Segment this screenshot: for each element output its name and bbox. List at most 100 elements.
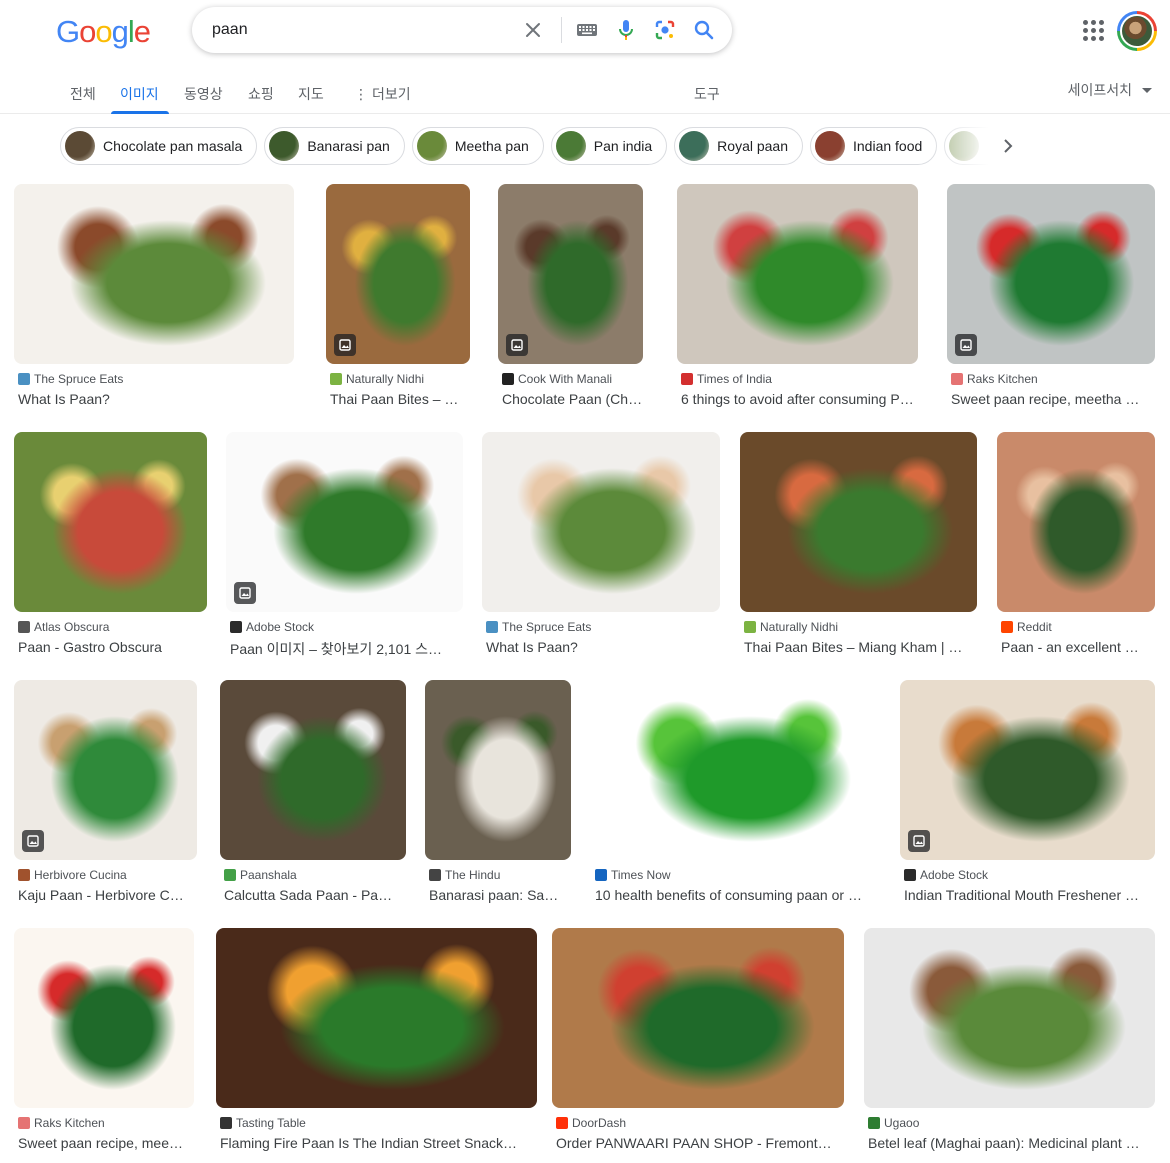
image-result[interactable]: The Spruce Eats What Is Paan? [482, 432, 720, 660]
result-thumbnail[interactable] [425, 680, 571, 860]
result-source[interactable]: Adobe Stock [230, 620, 314, 634]
result-title[interactable]: Thai Paan Bites – Miang Kham | … [744, 639, 977, 655]
result-thumbnail[interactable] [482, 432, 720, 612]
image-result[interactable]: Cook With Manali Chocolate Paan (Ch… [498, 184, 643, 412]
result-source[interactable]: Times Now [595, 868, 671, 882]
result-title[interactable]: Calcutta Sada Paan - Pa… [224, 887, 406, 903]
result-source[interactable]: Ugaoo [868, 1116, 919, 1130]
tab-more[interactable]: ⋮ 더보기 [354, 84, 411, 104]
result-source[interactable]: Naturally Nidhi [744, 620, 838, 634]
result-title[interactable]: Paan - an excellent … [1001, 639, 1155, 655]
result-thumbnail[interactable] [216, 928, 537, 1108]
result-thumbnail[interactable] [326, 184, 470, 364]
apps-grid-icon[interactable] [1081, 18, 1105, 42]
related-chip[interactable]: Indian food [810, 127, 938, 165]
result-source[interactable]: Tasting Table [220, 1116, 306, 1130]
related-chip[interactable]: Banarasi pan [264, 127, 405, 165]
result-source[interactable]: Herbivore Cucina [18, 868, 127, 882]
result-source[interactable]: Adobe Stock [904, 868, 988, 882]
result-thumbnail[interactable] [864, 928, 1155, 1108]
result-thumbnail[interactable] [14, 928, 194, 1108]
image-result[interactable]: Naturally Nidhi Thai Paan Bites – M… [326, 184, 470, 412]
result-title[interactable]: Sweet paan recipe, mee… [18, 1135, 194, 1151]
result-thumbnail[interactable] [226, 432, 463, 612]
result-title[interactable]: Banarasi paan: Sa… [429, 887, 571, 903]
result-thumbnail[interactable] [14, 680, 197, 860]
image-result[interactable]: Adobe Stock Indian Traditional Mouth Fres… [900, 680, 1155, 908]
image-result[interactable]: Times Now 10 health benefits of consuming… [591, 680, 880, 908]
tab-images[interactable]: 이미지 [120, 84, 159, 104]
image-result[interactable]: Adobe Stock Paan 이미지 – 찾아보기 2,101 스… [226, 432, 463, 660]
result-title[interactable]: Order PANWAARI PAAN SHOP - Fremont… [556, 1135, 844, 1151]
result-title[interactable]: Indian Traditional Mouth Freshener … [904, 887, 1155, 903]
result-thumbnail[interactable] [677, 184, 918, 364]
safesearch-dropdown[interactable]: 세이프서치 [1068, 80, 1152, 100]
image-result[interactable]: Raks Kitchen Sweet paan recipe, meetha … [947, 184, 1155, 412]
tab-maps[interactable]: 지도 [298, 84, 324, 104]
tools-button[interactable]: 도구 [694, 84, 720, 104]
google-logo[interactable]: Google [56, 14, 151, 49]
result-source[interactable]: The Hindu [429, 868, 500, 882]
result-title[interactable]: Paan - Gastro Obscura [18, 639, 207, 655]
result-source[interactable]: The Spruce Eats [486, 620, 591, 634]
tab-videos[interactable]: 동영상 [184, 84, 223, 104]
result-title[interactable]: Flaming Fire Paan Is The Indian Street S… [220, 1135, 537, 1151]
image-result[interactable]: Naturally Nidhi Thai Paan Bites – Miang K… [740, 432, 977, 660]
result-thumbnail[interactable] [14, 184, 294, 364]
keyboard-icon[interactable] [573, 16, 601, 44]
image-result[interactable]: The Spruce Eats What Is Paan? [14, 184, 294, 412]
result-source[interactable]: The Spruce Eats [18, 372, 123, 386]
result-thumbnail[interactable] [498, 184, 643, 364]
result-thumbnail[interactable] [740, 432, 977, 612]
image-result[interactable]: DoorDash Order PANWAARI PAAN SHOP - Fremo… [552, 928, 844, 1156]
result-title[interactable]: Paan 이미지 – 찾아보기 2,101 스… [230, 639, 463, 659]
tab-all[interactable]: 전체 [70, 84, 96, 104]
image-result[interactable]: Herbivore Cucina Kaju Paan - Herbivore C… [14, 680, 197, 908]
result-thumbnail[interactable] [591, 680, 880, 860]
tab-shopping[interactable]: 쇼핑 [248, 84, 274, 104]
result-title[interactable]: Betel leaf (Maghai paan): Medicinal plan… [868, 1135, 1155, 1151]
image-result[interactable]: Reddit Paan - an excellent … [997, 432, 1155, 660]
result-title[interactable]: Chocolate Paan (Ch… [502, 391, 643, 407]
related-chip[interactable]: Chocolate pan masala [60, 127, 258, 165]
search-icon[interactable] [690, 16, 718, 44]
image-result[interactable]: Atlas Obscura Paan - Gastro Obscura [14, 432, 207, 660]
image-result[interactable]: Raks Kitchen Sweet paan recipe, mee… [14, 928, 194, 1156]
account-avatar[interactable] [1117, 11, 1157, 51]
chevron-right-icon[interactable] [996, 134, 1020, 158]
lens-icon[interactable] [651, 16, 679, 44]
result-thumbnail[interactable] [552, 928, 844, 1108]
image-result[interactable]: Ugaoo Betel leaf (Maghai paan): Medicinal… [864, 928, 1155, 1156]
search-input[interactable] [212, 21, 512, 39]
result-source[interactable]: Naturally Nidhi [330, 372, 424, 386]
image-result[interactable]: Paanshala Calcutta Sada Paan - Pa… [220, 680, 406, 908]
result-thumbnail[interactable] [14, 432, 207, 612]
result-source[interactable]: Times of India [681, 372, 772, 386]
image-result[interactable]: Times of India 6 things to avoid after co… [677, 184, 918, 412]
result-source[interactable]: Atlas Obscura [18, 620, 109, 634]
clear-icon[interactable] [519, 16, 547, 44]
result-source[interactable]: Cook With Manali [502, 372, 612, 386]
result-title[interactable]: Kaju Paan - Herbivore C… [18, 887, 197, 903]
result-title[interactable]: Sweet paan recipe, meetha … [951, 391, 1155, 407]
related-chip[interactable]: Meetha pan [411, 127, 544, 165]
result-title[interactable]: Thai Paan Bites – M… [330, 391, 470, 407]
result-source[interactable]: Raks Kitchen [951, 372, 1038, 386]
image-result[interactable]: The Hindu Banarasi paan: Sa… [425, 680, 571, 908]
result-title[interactable]: What Is Paan? [486, 639, 720, 655]
result-source[interactable]: DoorDash [556, 1116, 626, 1130]
result-title[interactable]: What Is Paan? [18, 391, 294, 407]
result-title[interactable]: 10 health benefits of consuming paan or … [595, 887, 880, 903]
result-title[interactable]: 6 things to avoid after consuming Pa… [681, 391, 918, 407]
related-chip[interactable]: Pan india [550, 127, 668, 165]
microphone-icon[interactable] [612, 16, 640, 44]
image-result[interactable]: Tasting Table Flaming Fire Paan Is The In… [216, 928, 537, 1156]
result-thumbnail[interactable] [997, 432, 1155, 612]
related-chip[interactable]: Royal paan [674, 127, 803, 165]
result-source[interactable]: Raks Kitchen [18, 1116, 105, 1130]
result-source[interactable]: Paanshala [224, 868, 297, 882]
result-thumbnail[interactable] [220, 680, 406, 860]
result-thumbnail[interactable] [947, 184, 1155, 364]
result-thumbnail[interactable] [900, 680, 1155, 860]
result-source[interactable]: Reddit [1001, 620, 1052, 634]
